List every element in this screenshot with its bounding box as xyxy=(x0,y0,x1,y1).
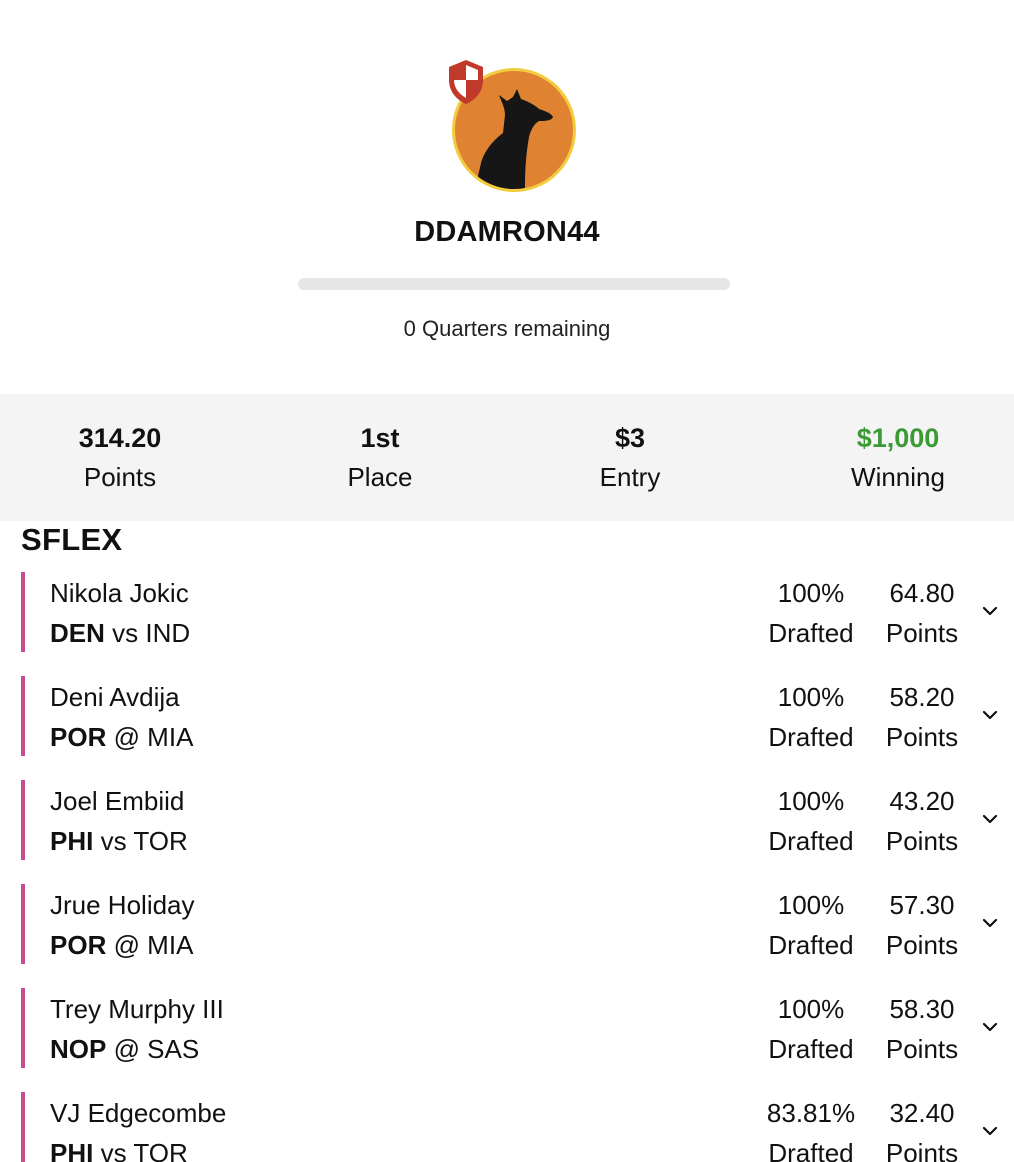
player-name: Jrue Holiday xyxy=(50,890,195,920)
player-name: VJ Edgecombe xyxy=(50,1098,227,1128)
player-points: 64.80 xyxy=(889,578,955,608)
player-opponent: @ MIA xyxy=(106,722,194,752)
player-team: POR xyxy=(50,722,107,752)
drafted-percent: 100% xyxy=(777,890,845,920)
drafted-percent: 100% xyxy=(777,994,845,1024)
player-opponent: @ MIA xyxy=(106,930,194,960)
position-accent-bar xyxy=(21,884,25,964)
player-row[interactable]: Joel Embiid PHI vs TOR 100% Drafted 43.2… xyxy=(21,780,1014,860)
player-points-label: Points xyxy=(885,1034,959,1064)
stat-points: 314.20 Points xyxy=(10,420,230,498)
player-row[interactable]: Trey Murphy III NOP @ SAS 100% Drafted 5… xyxy=(21,988,1014,1068)
player-name: Trey Murphy III xyxy=(50,994,224,1024)
chevron-down-icon[interactable] xyxy=(979,912,1001,934)
player-points-label: Points xyxy=(885,1138,959,1162)
player-team: DEN xyxy=(50,618,105,648)
chevron-down-icon[interactable] xyxy=(979,1016,1001,1038)
position-accent-bar xyxy=(21,780,25,860)
player-row[interactable]: VJ Edgecombe PHI vs TOR 83.81% Drafted 3… xyxy=(21,1092,1014,1162)
player-team: NOP xyxy=(50,1034,107,1064)
drafted-percent: 100% xyxy=(777,786,845,816)
drafted-percent: 100% xyxy=(777,578,845,608)
drafted-label: Drafted xyxy=(768,722,854,752)
drafted-label: Drafted xyxy=(768,930,854,960)
player-matchup: DEN vs IND xyxy=(50,616,190,650)
position-accent-bar xyxy=(21,988,25,1068)
drafted-percent: 83.81% xyxy=(766,1098,856,1128)
stat-place: 1st Place xyxy=(270,420,490,498)
player-row[interactable]: Jrue Holiday POR @ MIA 100% Drafted 57.3… xyxy=(21,884,1014,964)
player-points-label: Points xyxy=(885,618,959,648)
username: DDAMRON44 xyxy=(414,216,600,248)
player-points: 57.30 xyxy=(889,890,955,920)
stat-points-value: 314.20 xyxy=(78,423,162,453)
chevron-down-icon[interactable] xyxy=(979,704,1001,726)
chevron-down-icon[interactable] xyxy=(979,808,1001,830)
player-matchup: NOP @ SAS xyxy=(50,1032,199,1066)
player-name: Joel Embiid xyxy=(50,786,185,816)
drafted-percent: 100% xyxy=(777,682,845,712)
player-points: 43.20 xyxy=(889,786,955,816)
player-name: Deni Avdija xyxy=(50,682,180,712)
stat-winning: $1,000 Winning xyxy=(788,420,1008,498)
player-opponent: vs TOR xyxy=(93,826,188,856)
stat-entry-label: Entry xyxy=(599,462,661,492)
player-row[interactable]: Nikola Jokic DEN vs IND 100% Drafted 64.… xyxy=(21,572,1014,652)
player-points-label: Points xyxy=(885,826,959,856)
quarters-remaining: 0 Quarters remaining xyxy=(403,316,611,341)
player-points-label: Points xyxy=(885,930,959,960)
stat-points-label: Points xyxy=(83,462,157,492)
stats-bar: 314.20 Points 1st Place $3 Entry $1,000 … xyxy=(0,394,1014,521)
drafted-label: Drafted xyxy=(768,618,854,648)
player-team: PHI xyxy=(50,826,94,856)
player-opponent: vs IND xyxy=(104,618,191,648)
player-opponent: @ SAS xyxy=(106,1034,200,1064)
position-accent-bar xyxy=(21,572,25,652)
chevron-down-icon[interactable] xyxy=(979,600,1001,622)
stat-winning-value: $1,000 xyxy=(856,423,940,453)
position-accent-bar xyxy=(21,676,25,756)
shield-icon xyxy=(449,60,483,104)
player-name: Nikola Jokic xyxy=(50,578,189,608)
player-matchup: PHI vs TOR xyxy=(50,1136,188,1162)
section-title: SFLEX xyxy=(21,522,123,557)
player-opponent: vs TOR xyxy=(93,1138,188,1162)
progress-bar xyxy=(298,278,730,290)
player-points-label: Points xyxy=(885,722,959,752)
player-matchup: POR @ MIA xyxy=(50,720,193,754)
player-team: POR xyxy=(50,930,107,960)
player-points: 32.40 xyxy=(889,1098,955,1128)
drafted-label: Drafted xyxy=(768,1138,854,1162)
drafted-label: Drafted xyxy=(768,826,854,856)
stat-entry-value: $3 xyxy=(614,423,646,453)
stat-entry: $3 Entry xyxy=(520,420,740,498)
player-row[interactable]: Deni Avdija POR @ MIA 100% Drafted 58.20… xyxy=(21,676,1014,756)
position-accent-bar xyxy=(21,1092,25,1162)
player-matchup: POR @ MIA xyxy=(50,928,193,962)
entry-detail-page: DDAMRON44 0 Quarters remaining 314.20 Po… xyxy=(0,0,1014,1162)
stat-place-value: 1st xyxy=(360,423,400,453)
stat-place-label: Place xyxy=(347,462,413,492)
drafted-label: Drafted xyxy=(768,1034,854,1064)
player-team: PHI xyxy=(50,1138,94,1162)
player-matchup: PHI vs TOR xyxy=(50,824,188,858)
chevron-down-icon[interactable] xyxy=(979,1120,1001,1142)
stat-winning-label: Winning xyxy=(851,462,945,492)
player-points: 58.30 xyxy=(889,994,955,1024)
player-points: 58.20 xyxy=(889,682,955,712)
